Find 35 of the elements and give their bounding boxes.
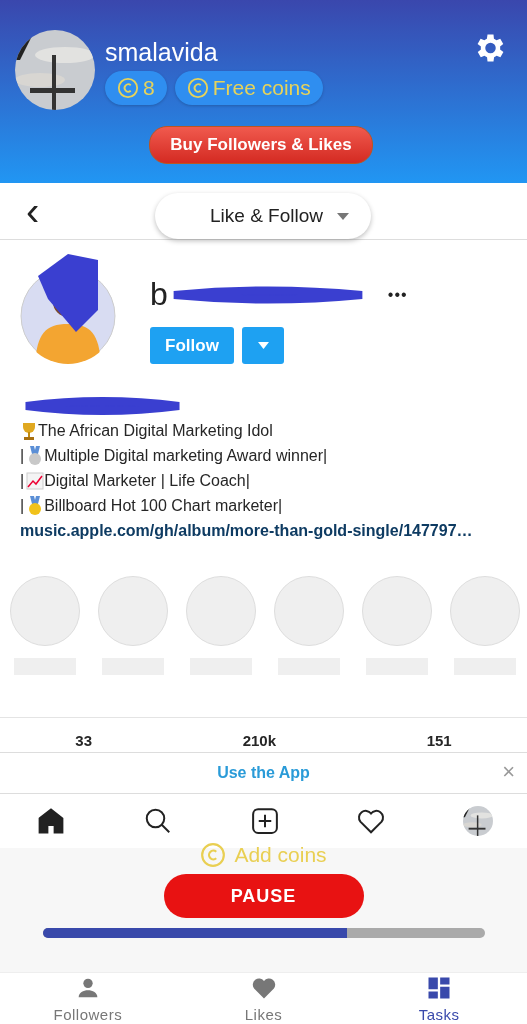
coin-icon (200, 842, 227, 868)
coin-icon (186, 77, 209, 99)
more-button[interactable]: ••• (387, 285, 408, 304)
caret-icon (257, 342, 269, 349)
coin-icon (117, 77, 139, 99)
pause-button[interactable]: PAUSE (163, 874, 364, 918)
coin-balance: 8 (105, 71, 167, 105)
trophy-icon (20, 420, 38, 441)
profile-name: b (150, 276, 168, 313)
close-button[interactable]: × (502, 761, 515, 783)
bio-line: The African Digital Marketing Idol (38, 421, 273, 440)
bio-line: Billboard Hot 100 Chart marketer| (44, 496, 283, 515)
bio-line: Digital Marketer | Life Coach| (44, 471, 250, 490)
dropdown-button[interactable] (242, 327, 284, 364)
chart-icon (26, 470, 45, 491)
stat-count: 210k (242, 732, 276, 751)
mode-dropdown[interactable]: Like & Follow (155, 193, 371, 239)
use-app-link[interactable]: Use the App (217, 764, 310, 782)
buy-button[interactable]: Buy Followers & Likes (149, 126, 373, 164)
follow-button[interactable]: Follow (150, 327, 234, 364)
bio-separator: | (20, 446, 25, 465)
bio-separator: | (20, 471, 25, 490)
bio-line: Multiple Digital marketing Award winner| (44, 446, 328, 465)
bio-link[interactable]: music.apple.com/gh/album/more-than-gold-single/147797… (20, 522, 507, 540)
stat-count: 33 (75, 732, 92, 751)
bottom-tab[interactable]: Tasks (351, 973, 527, 1024)
bottom-tab[interactable]: Followers (0, 973, 176, 1024)
add-icon (249, 806, 280, 836)
caret-icon (337, 212, 349, 220)
bottom-tab[interactable]: Likes (175, 973, 352, 1024)
back-button[interactable]: ‹ (26, 191, 40, 231)
username: smalavida (105, 38, 219, 67)
bio-separator: | (20, 496, 25, 515)
stat-count: 151 (426, 732, 452, 751)
home-icon (36, 806, 66, 836)
